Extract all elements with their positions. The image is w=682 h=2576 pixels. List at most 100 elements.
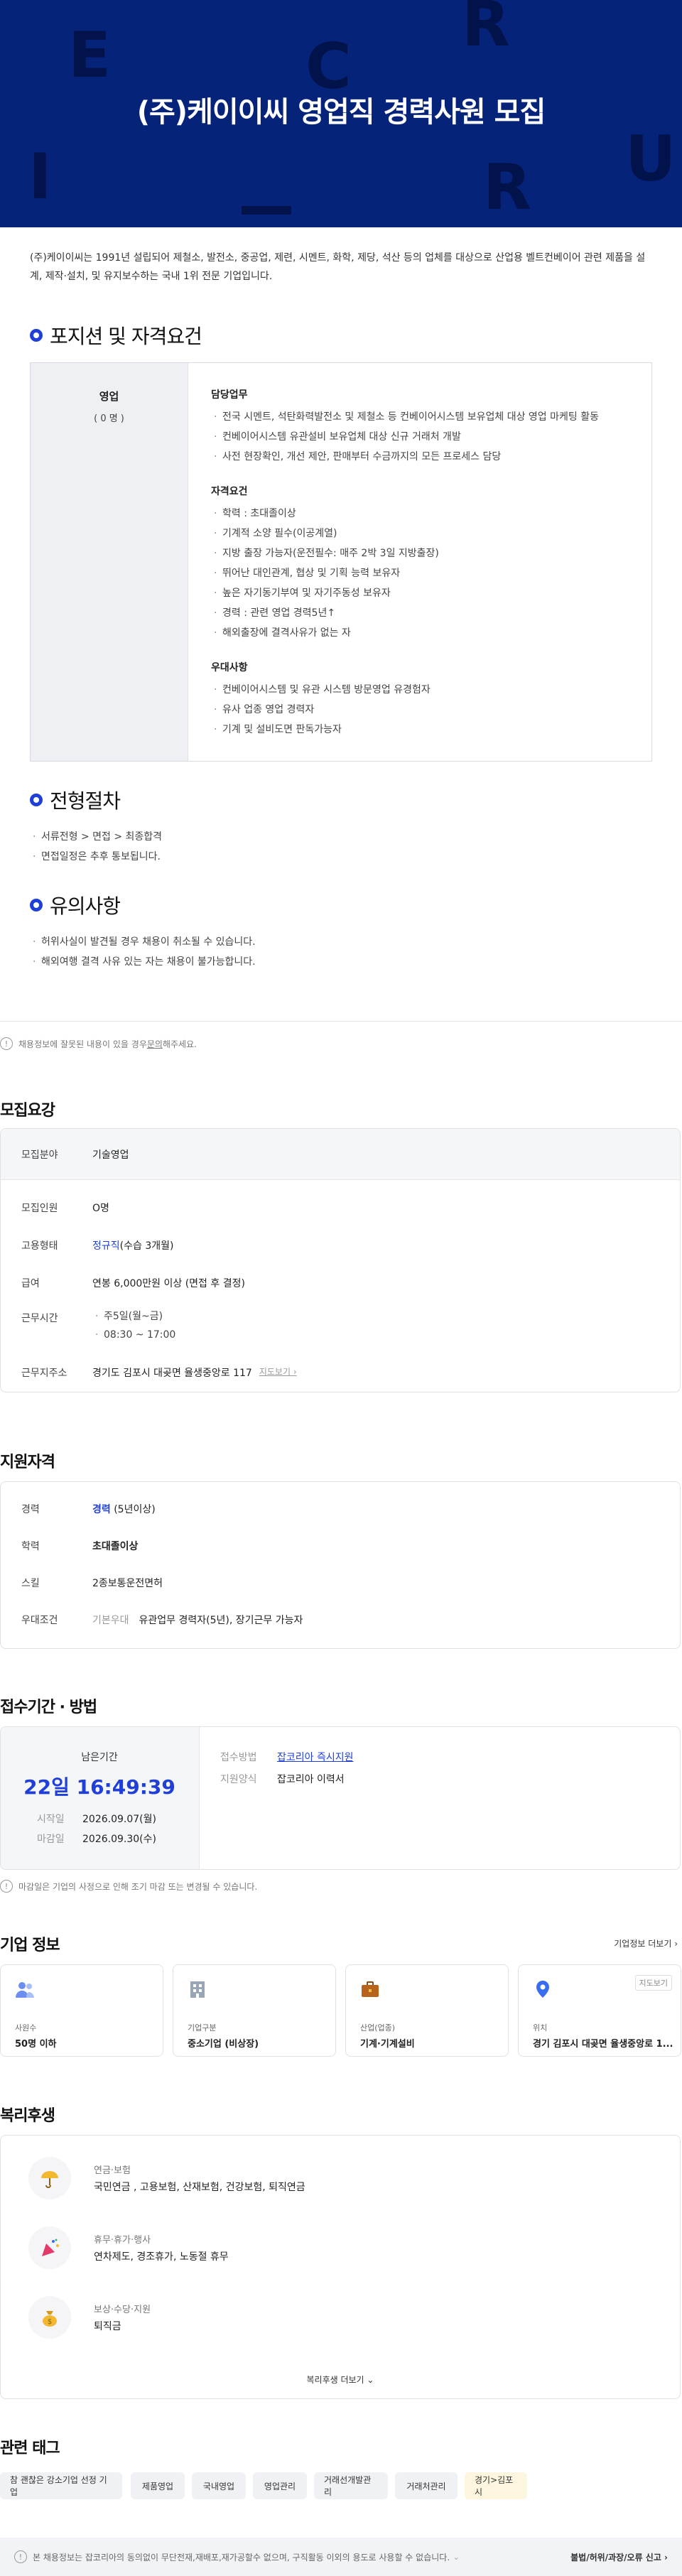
moneybag-icon: $ — [28, 2296, 71, 2339]
apply-now-link[interactable]: 잡코리아 즉시지원 — [277, 1750, 354, 1764]
row-value: O명 — [92, 1203, 109, 1214]
hours-item: 주5일(월~금) — [92, 1307, 175, 1326]
party-icon — [28, 2226, 71, 2269]
row-label: 모집인원 — [21, 1203, 58, 1214]
list-item: 해외여행 결격 사유 있는 자는 채용이 불가능합니다. — [30, 952, 256, 972]
list-item: 컨베이어시스템 유관설비 보유업체 대상 신규 거래처 개발 — [211, 427, 651, 447]
hours-item: 08:30 ~ 17:00 — [92, 1326, 175, 1344]
tag-chip[interactable]: 거래선개발관리 — [314, 2472, 388, 2499]
info-icon: ! — [14, 2550, 27, 2563]
notice-text-after: 해주세요. — [162, 1039, 197, 1049]
card-value: 기계·기계설비 — [360, 2039, 415, 2050]
welfare-title: 연금·보험 — [94, 2165, 131, 2176]
svg-text:$: $ — [48, 2318, 52, 2326]
remain-countdown: 22일 16:49:39 — [23, 1775, 175, 1799]
position-count: ( 0 명 ) — [94, 413, 124, 424]
map-button[interactable]: 지도보기 — [634, 1975, 672, 1991]
qualify-license-row: 스킬 2종보통운전면허 — [21, 1576, 163, 1590]
list-item: 전국 시멘트, 석탄화력발전소 및 제철소 등 컨베이어시스템 보유업체 대상 … — [211, 407, 651, 427]
form-value: 잡코리아 이력서 — [277, 1774, 345, 1785]
list-item: 경력 : 관련 영업 경력5년↑ — [211, 603, 651, 623]
start-label: 시작일 — [37, 1814, 65, 1825]
method-row: 접수방법 잡코리아 즉시지원 — [220, 1750, 354, 1764]
map-link[interactable]: 지도보기 › — [259, 1365, 297, 1378]
hero-deco-bar — [242, 206, 291, 215]
info-icon: ! — [0, 1880, 13, 1893]
card-value: 경기 김포시 대곶면 율생중앙로 1... — [533, 2039, 673, 2050]
umbrella-icon — [28, 2157, 71, 2199]
position-role: 영업 — [99, 390, 119, 403]
row-label: 근무지주소 — [21, 1368, 67, 1379]
section-heading-company: 기업 정보 — [0, 1937, 60, 1954]
welfare-title: 휴무·휴가·행사 — [94, 2235, 151, 2246]
section-heading-welfare: 복리후생 — [0, 2107, 55, 2125]
tag-chip[interactable]: 거래처관리 — [395, 2472, 458, 2499]
recruit-headcount-row: 모집인원 O명 — [21, 1201, 109, 1215]
notice-text: 마감일은 기업의 사정으로 인해 조기 마감 또는 변경될 수 있습니다. — [18, 1881, 258, 1892]
row-label: 근무시간 — [21, 1313, 58, 1324]
location-icon — [536, 1981, 549, 1998]
recruit-field-row: 모집분야 기술영업 — [21, 1147, 129, 1162]
pref-tag: 기본우대 — [92, 1615, 129, 1626]
group-title: 담당업무 — [211, 389, 248, 401]
card-value: 50명 이하 — [15, 2039, 57, 2050]
section-heading-process: 전형절차 — [30, 786, 121, 814]
job-posting-page: E R C U I R (주)케이이씨 영업직 경력사원 모집 (주)케이이씨는… — [0, 0, 682, 2576]
chevron-down-icon[interactable]: ⌄ — [453, 2552, 460, 2562]
pref-value: 유관업무 경력자(5년), 장기근무 가능자 — [139, 1615, 303, 1626]
method-label: 접수방법 — [220, 1752, 257, 1763]
start-value: 2026.09.07(월) — [82, 1814, 156, 1825]
section-heading-text: 유의사항 — [50, 894, 121, 918]
tag-chip-location[interactable]: 경기>김포시 — [465, 2472, 527, 2499]
welfare-value: 연차제도, 경조휴가, 노동절 휴무 — [94, 2251, 229, 2263]
recruit-salary-row: 급여 연봉 6,000만원 이상 (면접 후 결정) — [21, 1276, 245, 1290]
row-label: 모집분야 — [21, 1149, 58, 1161]
welfare-value: 퇴직금 — [94, 2321, 121, 2332]
company-card-type: 기업구분 중소기업 (비상장) — [173, 1964, 336, 2057]
remain-label: 남은기간 — [81, 1752, 118, 1763]
list-item: 컨베이어시스템 및 유관 시스템 방문영업 유경험자 — [211, 680, 651, 700]
row-value: 기술영업 — [92, 1149, 129, 1161]
hero-deco-letter: U — [625, 122, 676, 195]
hero-deco-letter: R — [462, 0, 510, 60]
end-date-row: 마감일 2026.09.30(수) — [37, 1831, 156, 1846]
tag-chip[interactable]: 영업관리 — [253, 2472, 307, 2499]
section-heading-recruit: 모집요강 — [0, 1102, 55, 1120]
row-label: 급여 — [21, 1278, 40, 1289]
list-item: 사전 현장확인, 개선 제안, 판매부터 수금까지의 모든 프로세스 담당 — [211, 447, 651, 467]
hero-deco-letter: E — [68, 18, 112, 92]
copyright-footer: ! 본 채용정보는 잡코리아의 동의없이 무단전재,재배포,재가공할수 없으며,… — [0, 2538, 682, 2576]
list-item: 면접일정은 추후 통보됩니다. — [30, 847, 162, 867]
card-label: 사원수 — [15, 2023, 37, 2033]
section-heading-position: 포지션 및 자격요건 — [30, 321, 202, 350]
section-heading-tags: 관련 태그 — [0, 2440, 60, 2457]
card-label: 위치 — [533, 2023, 548, 2033]
footer-text: 본 채용정보는 잡코리아의 동의없이 무단전재,재배포,재가공할수 없으며, 구… — [33, 2552, 450, 2563]
start-date-row: 시작일 2026.09.07(월) — [37, 1812, 156, 1826]
job-detail-content: (주)케이이씨는 1991년 설립되어 제철소, 발전소, 중공업, 제련, 시… — [0, 227, 682, 1022]
list-item: 기계적 소양 필수(이공계열) — [211, 524, 651, 543]
report-link[interactable]: 불법/허위/과장/오류 신고 › — [570, 2551, 668, 2563]
qualification-group: 자격요건 학력 : 초대졸이상 기계적 소양 필수(이공계열) 지방 출장 가능… — [211, 484, 651, 643]
tag-chip[interactable]: 국내영업 — [192, 2472, 246, 2499]
section-heading-caution: 유의사항 — [30, 891, 121, 919]
duty-group: 담당업무 전국 시멘트, 석탄화력발전소 및 제철소 등 컨베이어시스템 보유업… — [211, 387, 651, 467]
tag-chip[interactable]: 제품영업 — [131, 2472, 185, 2499]
list-item: 서류전형 > 면접 > 최종합격 — [30, 827, 162, 847]
end-label: 마감일 — [37, 1834, 65, 1845]
list-item: 해외출장에 결격사유가 없는 자 — [211, 623, 651, 643]
welfare-more-button[interactable]: 복리후생 더보기 ⌄ — [0, 2374, 681, 2386]
section-bullet-icon — [30, 794, 43, 806]
notice-text: 채용정보에 잘못된 내용이 있을 경우 — [18, 1039, 147, 1049]
employ-note: (수습 3개월) — [119, 1240, 174, 1252]
hero-banner: E R C U I R (주)케이이씨 영업직 경력사원 모집 — [0, 0, 682, 227]
inquiry-link[interactable]: 문의 — [147, 1038, 163, 1050]
section-heading-apply: 접수기간 · 방법 — [0, 1699, 97, 1716]
tag-chip[interactable]: 참 괜찮은 강소기업 선정 기업 — [0, 2472, 122, 2499]
section-bullet-icon — [30, 899, 43, 911]
position-table: 영업 ( 0 명 ) 담당업무 전국 시멘트, 석탄화력발전소 및 제철소 등 … — [30, 362, 652, 762]
company-more-link[interactable]: 기업정보 더보기 › — [614, 1937, 678, 1949]
recruit-hours-row: 근무시간 주5일(월~금) 08:30 ~ 17:00 — [21, 1307, 175, 1344]
row-label: 고용형태 — [21, 1240, 58, 1252]
list-item: 높은 자기동기부여 및 자기주동성 보유자 — [211, 583, 651, 603]
